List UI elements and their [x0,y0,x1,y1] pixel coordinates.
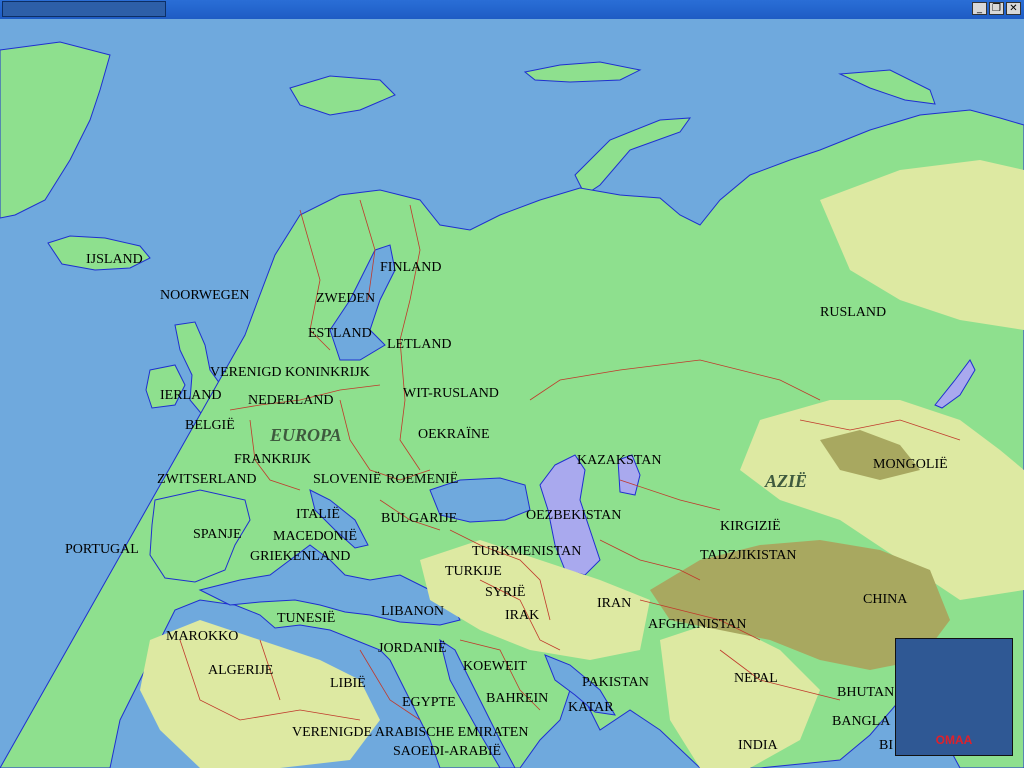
label-mongolie[interactable]: MONGOLIË [873,455,948,472]
label-macedonie[interactable]: MACEDONIË [273,527,357,544]
label-tadzjikistan[interactable]: TADZJIKISTAN [700,548,797,563]
label-nederland[interactable]: NEDERLAND [248,393,334,408]
label-griekenland[interactable]: GRIEKENLAND [250,549,350,564]
label-jordanie[interactable]: JORDANIË [378,639,446,656]
label-birma[interactable]: BI [879,738,893,753]
label-turkije[interactable]: TURKIJE [445,564,502,579]
label-irak[interactable]: IRAK [505,608,539,623]
label-bhutan[interactable]: BHUTAN [837,685,894,700]
label-belgie[interactable]: BELGIË [185,416,235,433]
label-slovenie[interactable]: SLOVENIË [313,470,381,487]
label-zwitserland[interactable]: ZWITSERLAND [157,472,257,487]
label-katar[interactable]: KATAR [568,700,614,715]
label-pakistan[interactable]: PAKISTAN [582,675,649,690]
label-turkmenistan[interactable]: TURKMENISTAN [472,544,581,559]
continent-label-asia: AZIË [764,471,807,491]
label-china[interactable]: CHINA [863,592,908,607]
label-italie[interactable]: ITALIË [296,505,340,522]
label-india[interactable]: INDIA [738,738,779,753]
label-rusland[interactable]: RUSLAND [820,305,886,320]
label-portugal[interactable]: PORTUGAL [65,542,139,557]
label-oekraine[interactable]: OEKRAÏNE [418,425,490,442]
label-bangladesh[interactable]: BANGLA [832,714,891,729]
label-iran[interactable]: IRAN [597,596,631,611]
minimize-icon[interactable]: _ [972,2,987,15]
label-saoedi-arabie[interactable]: SAOEDI-ARABIË [393,742,501,759]
title-bar: _ ❐ ✕ [0,0,1024,19]
label-nepal[interactable]: NEPAL [734,671,778,686]
label-wit-rusland[interactable]: WIT-RUSLAND [403,386,499,401]
label-finland[interactable]: FINLAND [380,260,441,275]
back-button[interactable]: OMAA [895,638,1013,756]
back-button-label: OMAA [935,733,973,747]
label-oezbekistan[interactable]: OEZBEKISTAN [526,508,621,523]
label-egypte[interactable]: EGYPTE [402,695,456,710]
label-kazakstan[interactable]: KAZAKSTAN [577,453,661,468]
label-libie[interactable]: LIBIË [330,674,366,691]
label-zweden[interactable]: ZWEDEN [316,291,375,306]
label-spanje[interactable]: SPANJE [193,527,242,542]
label-ierland[interactable]: IERLAND [160,388,221,403]
close-icon[interactable]: ✕ [1006,2,1021,15]
label-tunesie[interactable]: TUNESIË [277,609,335,626]
label-afghanistan[interactable]: AFGHANISTAN [648,617,746,632]
label-verenigd-koninkrijk[interactable]: VERENIGD KONINKRIJK [210,365,370,380]
label-kirgizie[interactable]: KIRGIZIË [720,517,781,534]
label-frankrijk[interactable]: FRANKRIJK [234,452,311,467]
label-libanon[interactable]: LIBANON [381,604,444,619]
continent-label-europe: EUROPA [269,425,342,445]
label-verenigde-arabische-emiraten[interactable]: VERENIGDE ARABISCHE EMIRATEN [292,725,528,740]
label-bahrein[interactable]: BAHREIN [486,691,548,706]
label-estland[interactable]: ESTLAND [308,326,372,341]
map-canvas[interactable]: EUROPA AZIË IJSLAND NOORWEGEN ZWEDEN FIN… [0,19,1024,768]
window-title-field [2,1,166,17]
label-koeweit[interactable]: KOEWEIT [463,659,527,674]
label-noorwegen[interactable]: NOORWEGEN [160,288,249,303]
label-roemenie[interactable]: ROEMENIË [386,470,458,487]
label-marokko[interactable]: MAROKKO [166,629,238,644]
label-letland[interactable]: LETLAND [387,337,452,352]
restore-icon[interactable]: ❐ [989,2,1004,15]
label-ijsland[interactable]: IJSLAND [86,252,143,267]
label-bulgarije[interactable]: BULGARIJE [381,511,457,526]
label-syrie[interactable]: SYRIË [485,583,525,600]
label-algerije[interactable]: ALGERIJE [208,663,273,678]
